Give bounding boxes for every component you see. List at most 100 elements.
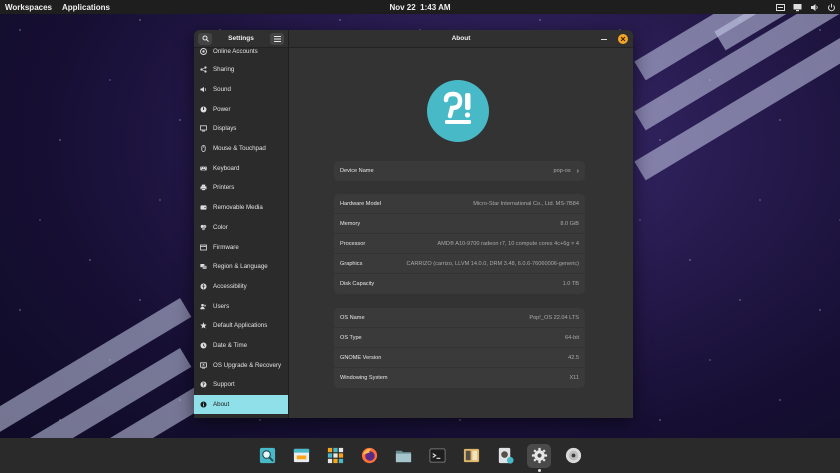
sidebar-item-users[interactable]: Users: [194, 296, 288, 316]
media-icon: [200, 204, 207, 211]
sidebar-item-region-language[interactable]: Region & Language: [194, 257, 288, 277]
windowing-system-row: Windowing System X11: [334, 368, 585, 388]
display-icon[interactable]: [793, 3, 802, 12]
dock-library-button[interactable]: [459, 444, 483, 468]
device-name-row[interactable]: Device Name pop-os ›: [334, 161, 585, 181]
sidebar-item-label: Keyboard: [213, 164, 240, 172]
sidebar-item-date-time[interactable]: Date & Time: [194, 336, 288, 356]
dock-system76-button[interactable]: [493, 444, 517, 468]
sidebar-item-label: Power: [213, 105, 231, 113]
applications-button[interactable]: Applications: [62, 3, 110, 12]
sidebar-list: Online Accounts Sharing Sound Power Displays…: [194, 48, 288, 415]
sidebar-item-printers[interactable]: Printers: [194, 178, 288, 198]
dock-file-search-button[interactable]: [255, 444, 279, 468]
at-icon: [200, 48, 207, 55]
processor-row: Processor AMD® A10-9700 radeon r7, 10 com…: [334, 234, 585, 254]
os-type-row: OS Type 64-bit: [334, 328, 585, 348]
sidebar-header: Settings: [194, 30, 288, 48]
firefox-icon: [360, 446, 379, 465]
minimize-button[interactable]: [601, 39, 607, 40]
memory-label: Memory: [340, 220, 361, 227]
device-name-label: Device Name: [340, 168, 374, 174]
clock-icon: [200, 342, 207, 349]
hardware-card: Hardware Model Micro-Star International C…: [334, 194, 585, 294]
sidebar-item-os-upgrade-recovery[interactable]: OS Upgrade & Recovery: [194, 355, 288, 375]
sidebar-item-label: Accessibility: [213, 282, 247, 290]
search-button[interactable]: [198, 32, 212, 45]
os-name-label: OS Name: [340, 314, 365, 321]
star-icon: [200, 322, 207, 329]
device-name-card: Device Name pop-os ›: [334, 161, 585, 181]
sidebar-item-label: Date & Time: [213, 341, 248, 349]
sidebar-item-label: Displays: [213, 125, 237, 133]
firmware-icon: [200, 244, 207, 251]
processor-label: Processor: [340, 240, 366, 247]
sidebar-item-label: OS Upgrade & Recovery: [213, 361, 282, 369]
sidebar-item-label: Default Applications: [213, 322, 268, 330]
os-type-value: 64-bit: [565, 334, 579, 341]
sidebar-item-label: Color: [213, 223, 228, 231]
file-search-icon: [258, 446, 277, 465]
support-icon: ?: [200, 381, 207, 389]
dock-settings-button[interactable]: [527, 443, 551, 472]
sidebar-item-mouse-touchpad[interactable]: Mouse & Touchpad: [194, 139, 288, 159]
store-icon: [292, 446, 311, 465]
hardware-model-row: Hardware Model Micro-Star International C…: [334, 194, 585, 214]
sidebar-item-sound[interactable]: Sound: [194, 80, 288, 100]
sidebar-item-power[interactable]: Power: [194, 99, 288, 119]
disk-capacity-row: Disk Capacity 1.0 TB: [334, 274, 585, 294]
sidebar-item-label: Firmware: [213, 243, 239, 251]
dock: [0, 438, 840, 473]
sidebar-item-label: Sharing: [213, 66, 235, 74]
power-icon: [200, 106, 207, 113]
workspaces-button[interactable]: Workspaces: [5, 3, 52, 12]
window-tiling-icon[interactable]: [776, 3, 785, 12]
sidebar-item-keyboard[interactable]: Keyboard: [194, 158, 288, 178]
mouse-icon: [200, 145, 207, 152]
windowing-system-label: Windowing System: [340, 375, 388, 381]
sidebar-item-default-applications[interactable]: Default Applications: [194, 316, 288, 336]
sidebar-item-label: Users: [213, 302, 230, 310]
sidebar-item-color[interactable]: Color: [194, 218, 288, 238]
power-menu-icon[interactable]: [827, 3, 836, 12]
dock-files-button[interactable]: [391, 444, 415, 468]
os-type-label: OS Type: [340, 334, 362, 341]
sidebar-title: Settings: [228, 35, 254, 42]
color-icon: [200, 224, 207, 231]
close-button[interactable]: [618, 34, 628, 44]
sidebar-item-firmware[interactable]: Firmware: [194, 237, 288, 257]
sidebar-item-removable-media[interactable]: Removable Media: [194, 198, 288, 218]
info-icon: [200, 401, 207, 408]
hardware-model-label: Hardware Model: [340, 200, 382, 207]
dock-app-grid-button[interactable]: [323, 444, 347, 468]
dock-terminal-button[interactable]: [425, 444, 449, 468]
speaker-icon: [200, 86, 207, 93]
memory-value: 8.0 GiB: [560, 220, 579, 227]
sidebar-item-support[interactable]: ? Support: [194, 375, 288, 395]
files-icon: [394, 446, 413, 465]
volume-icon[interactable]: [810, 3, 819, 12]
sidebar-item-displays[interactable]: Displays: [194, 119, 288, 139]
graphics-value: CARRIZO (carrizo, LLVM 14.0.0, DRM 3.48,…: [406, 260, 579, 267]
page-title: About: [451, 35, 471, 42]
dock-disc-button[interactable]: [561, 444, 585, 468]
sidebar-item-online-accounts[interactable]: Online Accounts: [194, 48, 288, 60]
pop-os-logo: [427, 80, 489, 142]
hardware-model-value: Micro-Star International Co., Ltd. MS-7B…: [473, 200, 579, 207]
sidebar-item-accessibility[interactable]: Accessibility: [194, 277, 288, 297]
sidebar-item-label: Mouse & Touchpad: [213, 145, 266, 153]
dock-store-button[interactable]: [289, 444, 313, 468]
dock-firefox-button[interactable]: [357, 444, 381, 468]
sidebar-item-sharing[interactable]: Sharing: [194, 60, 288, 80]
library-icon: [462, 446, 481, 465]
disc-icon: [564, 446, 583, 465]
users-icon: [200, 303, 207, 310]
menu-button[interactable]: [270, 32, 284, 45]
close-icon: [620, 36, 626, 42]
svg-text:?: ?: [202, 383, 205, 389]
clock[interactable]: Nov 22 1:43 AM: [389, 3, 450, 12]
accessibility-icon: [200, 283, 207, 290]
sidebar-item-about[interactable]: About: [194, 394, 288, 415]
disk-capacity-label: Disk Capacity: [340, 281, 375, 287]
gnome-version-label: GNOME Version: [340, 354, 382, 361]
